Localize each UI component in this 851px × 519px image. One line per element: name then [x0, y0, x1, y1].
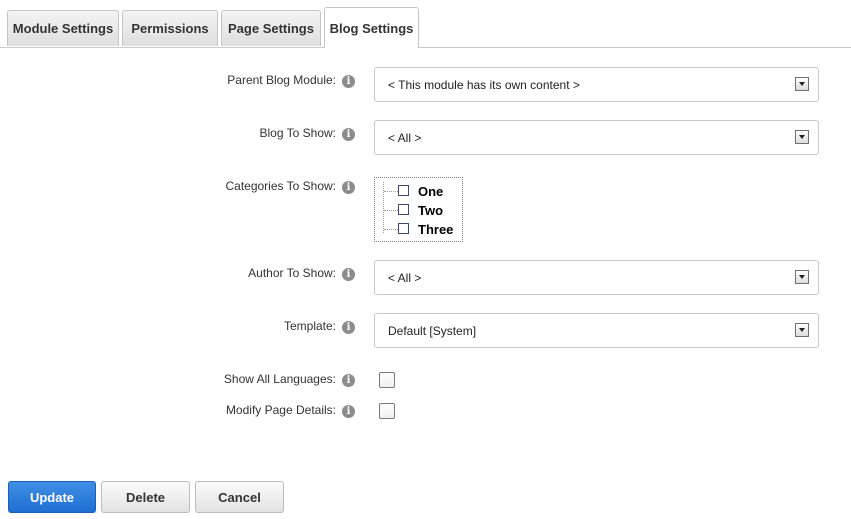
cancel-button[interactable]: Cancel [195, 481, 284, 513]
chevron-down-icon[interactable] [795, 77, 809, 91]
template-select[interactable]: Default [System] [374, 313, 819, 348]
info-icon[interactable]: i [342, 374, 355, 387]
tab-blog-settings[interactable]: Blog Settings [324, 7, 419, 48]
chevron-down-icon[interactable] [795, 130, 809, 144]
tab-page-settings[interactable]: Page Settings [221, 10, 321, 46]
update-button[interactable]: Update [8, 481, 96, 513]
tab-bar-divider [0, 47, 851, 48]
tree-connector [384, 210, 398, 211]
parent-blog-module-label: Parent Blog Module: [227, 73, 336, 87]
author-to-show-label: Author To Show: [248, 266, 336, 280]
template-label: Template: [283, 319, 336, 333]
template-value: Default [System] [388, 324, 477, 338]
tree-connector [384, 191, 398, 192]
categories-to-show-label: Categories To Show: [225, 179, 336, 193]
categories-tree: One Two Three [374, 177, 463, 242]
delete-button[interactable]: Delete [101, 481, 190, 513]
info-icon[interactable]: i [342, 321, 355, 334]
category-checkbox-one[interactable] [398, 185, 409, 196]
parent-blog-module-select[interactable]: < This module has its own content > [374, 67, 819, 102]
info-icon[interactable]: i [342, 405, 355, 418]
category-label[interactable]: Two [418, 203, 443, 218]
author-to-show-value: < All > [388, 271, 422, 285]
tree-connector [383, 182, 384, 233]
blog-to-show-value: < All > [388, 131, 422, 145]
modify-page-details-label: Modify Page Details: [225, 403, 336, 417]
chevron-down-icon[interactable] [795, 270, 809, 284]
author-to-show-select[interactable]: < All > [374, 260, 819, 295]
tab-permissions[interactable]: Permissions [122, 10, 218, 46]
info-icon[interactable]: i [342, 75, 355, 88]
blog-to-show-select[interactable]: < All > [374, 120, 819, 155]
parent-blog-module-value: < This module has its own content > [388, 78, 580, 92]
show-all-languages-checkbox[interactable] [379, 372, 395, 388]
info-icon[interactable]: i [342, 268, 355, 281]
category-label[interactable]: One [418, 184, 443, 199]
tab-label: Permissions [131, 21, 209, 36]
info-icon[interactable]: i [342, 128, 355, 141]
blog-settings-page: Module Settings Permissions Page Setting… [0, 0, 851, 519]
category-label[interactable]: Three [418, 222, 453, 237]
modify-page-details-checkbox[interactable] [379, 403, 395, 419]
tree-connector [384, 229, 398, 230]
tab-module-settings[interactable]: Module Settings [7, 10, 119, 46]
tab-label: Module Settings [12, 21, 114, 36]
blog-to-show-label: Blog To Show: [259, 126, 337, 140]
category-checkbox-two[interactable] [398, 204, 409, 215]
tab-label: Page Settings [228, 21, 314, 36]
chevron-down-icon[interactable] [795, 323, 809, 337]
info-icon[interactable]: i [342, 181, 355, 194]
show-all-languages-label: Show All Languages: [223, 372, 336, 386]
category-checkbox-three[interactable] [398, 223, 409, 234]
tab-bar: Module Settings Permissions Page Setting… [0, 0, 851, 48]
tab-label: Blog Settings [329, 20, 414, 36]
